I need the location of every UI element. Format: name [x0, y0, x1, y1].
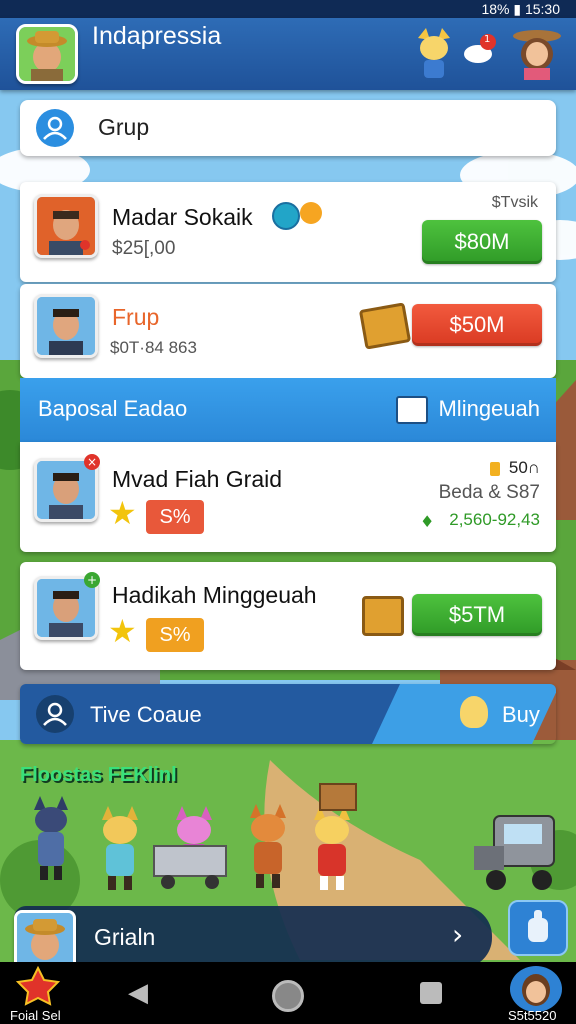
treasure-chest-icon-2: [362, 596, 404, 636]
shield-badge-icon: [272, 202, 300, 230]
listing-name-2: Hadikah Minggeuah: [112, 582, 317, 608]
percent-badge-2[interactable]: S%: [146, 618, 204, 652]
system-nav-bar: Foial Sel ◀ S5t5520: [0, 962, 576, 1024]
section-right-label[interactable]: Mlingeuah: [438, 396, 540, 422]
app-title: Indapressia: [92, 22, 222, 50]
treasure-chest-icon: [358, 302, 412, 350]
stat-2: Beda & S87: [438, 482, 540, 503]
home-icon[interactable]: [272, 980, 304, 1012]
gold-bar-icon: [490, 462, 500, 476]
corner-label: $Tvsik: [491, 194, 538, 211]
player-card-1: Madar Sokaik $25[,00 $Tvsik $80M: [20, 182, 556, 282]
player-name-2: Frup: [112, 304, 160, 330]
player-card-2: Frup $0T·84 863 $50M: [20, 284, 556, 378]
player-sub-1: $25[,00: [112, 238, 176, 259]
player-avatar[interactable]: [16, 24, 78, 84]
hand-action-button[interactable]: [508, 900, 568, 956]
section-title: Baposal Eadao: [38, 396, 188, 421]
coin-icon: [300, 202, 322, 224]
girl-character-icon[interactable]: [510, 26, 564, 80]
status-bar: 18% ▮ 15:30: [0, 0, 576, 18]
offline-dot: [80, 240, 90, 250]
percent-badge-1[interactable]: S%: [146, 500, 204, 534]
star-icon: ★: [108, 494, 137, 532]
cat-character-blue[interactable]: [28, 796, 74, 880]
user-icon-2: [36, 695, 74, 733]
listing-row-2: + Hadikah Minggeuah ★ S% $5TM: [20, 562, 556, 670]
cat-character-icon[interactable]: [414, 28, 454, 78]
chevron-right-icon[interactable]: ›: [452, 918, 463, 951]
truck-icon[interactable]: [474, 806, 564, 896]
recents-icon[interactable]: [420, 982, 442, 1004]
cat-buy-icon: [460, 696, 488, 728]
profile-label: S5t5520: [508, 1008, 557, 1023]
tv-icon: [396, 396, 428, 424]
stat-1: 50∩: [508, 458, 540, 477]
bottom-panel[interactable]: [14, 906, 492, 968]
group-bar[interactable]: Grup: [20, 100, 556, 156]
bottom-label: Grialn: [94, 924, 156, 950]
status-text: 18% ▮ 15:30: [481, 1, 560, 17]
explorer-portrait-icon: [19, 27, 75, 81]
listing-name-1: Mvad Fiah Graid: [112, 466, 283, 492]
buy-button-3[interactable]: $5TM: [412, 594, 542, 636]
leaf-icon: ♦: [420, 512, 435, 531]
cart-icon: [150, 840, 230, 890]
tive-bar[interactable]: Tive Coaue Buy: [20, 684, 556, 744]
user-icon: [36, 109, 74, 147]
player-sub-2: $0T·84 863: [110, 338, 197, 357]
buy-button-2[interactable]: $50M: [412, 304, 542, 346]
cloud-notification-icon[interactable]: 1: [462, 34, 496, 64]
cat-character-red[interactable]: [306, 806, 358, 890]
village-banner: Floostas FEKlinl: [20, 764, 177, 786]
back-icon[interactable]: ◀: [128, 978, 148, 1008]
listing-row-1: × Mvad Fiah Graid ★ S% 50∩ Beda & S87 ♦ …: [20, 442, 556, 552]
player-name-1: Madar Sokaik: [112, 204, 253, 230]
tive-label: Tive Coaue: [90, 702, 202, 727]
game-logo-icon[interactable]: [14, 965, 62, 1006]
player-avatar-2[interactable]: [34, 294, 98, 358]
crate-icon: [318, 782, 358, 812]
buy-label[interactable]: Buy: [502, 702, 540, 728]
logo-label: Foial Sel: [10, 1008, 61, 1023]
buy-button-1[interactable]: $80M: [422, 220, 542, 264]
cat-character-yellow[interactable]: [96, 806, 144, 890]
cat-character-orange[interactable]: [244, 804, 292, 888]
star-icon-2: ★: [108, 612, 137, 650]
notification-count: 1: [484, 34, 491, 45]
add-badge-icon[interactable]: +: [84, 572, 100, 588]
stat-3: 2,560-92,43: [449, 510, 540, 529]
remove-badge-icon[interactable]: ×: [84, 454, 100, 470]
section-header: Baposal Eadao Mlingeuah: [20, 378, 556, 442]
group-label: Grup: [98, 114, 150, 140]
profile-girl-icon[interactable]: [510, 966, 562, 1012]
